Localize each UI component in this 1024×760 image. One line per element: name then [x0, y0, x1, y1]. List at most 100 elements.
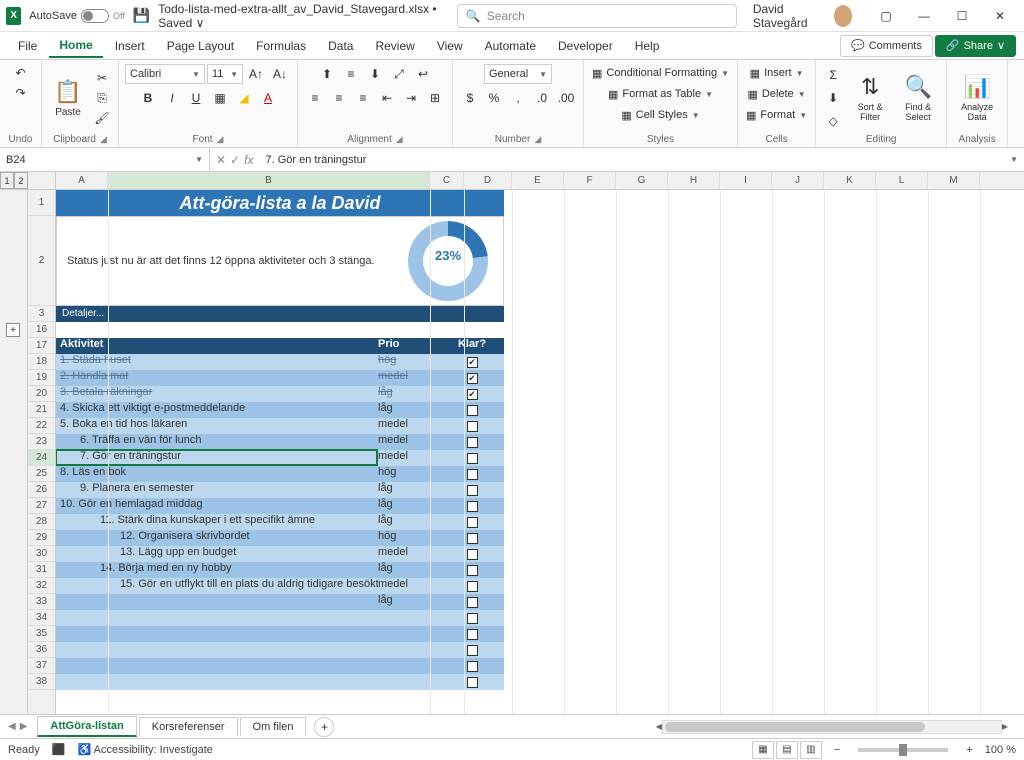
decrease-indent-button[interactable]: ⇤ [376, 88, 398, 108]
paste-button[interactable]: 📋 Paste [48, 68, 88, 128]
page-break-view-button[interactable]: ▥ [800, 741, 822, 759]
align-center-button[interactable]: ≡ [328, 88, 350, 108]
bold-button[interactable]: B [137, 88, 159, 108]
percent-button[interactable]: % [483, 88, 505, 108]
search-input[interactable]: 🔍 Search [457, 4, 737, 28]
zoom-slider[interactable] [858, 748, 948, 752]
row-header-30[interactable]: 30 [28, 546, 55, 562]
sheet-tab-3[interactable]: Om filen [240, 717, 307, 736]
row-header-1[interactable]: 1 [28, 190, 55, 216]
tab-help[interactable]: Help [625, 35, 670, 57]
table-row[interactable]: låg [56, 594, 504, 610]
table-row[interactable]: 4. Skicka ett viktigt e-postmeddelandelå… [56, 402, 504, 418]
checkbox-done[interactable] [467, 565, 478, 576]
sort-filter-button[interactable]: ⇅Sort & Filter [848, 68, 892, 128]
column-header-I[interactable]: I [720, 172, 772, 189]
zoom-out-button[interactable]: − [834, 744, 840, 756]
details-bar[interactable]: Detaljer... [56, 306, 504, 322]
cell-activity[interactable]: 1. Städa huset [56, 354, 378, 370]
row-header-36[interactable]: 36 [28, 642, 55, 658]
align-bottom-button[interactable]: ⬇ [364, 64, 386, 84]
macro-record-icon[interactable]: ⬛ [52, 743, 66, 756]
table-row[interactable] [56, 642, 504, 658]
checkbox-done[interactable] [467, 453, 478, 464]
checkbox-done[interactable] [467, 469, 478, 480]
user-account[interactable]: David Stavegård [753, 2, 852, 30]
outline-level-2[interactable]: 2 [14, 172, 28, 189]
share-button[interactable]: 🔗 Share ∨ [935, 35, 1016, 57]
row-header-18[interactable]: 18 [28, 354, 55, 370]
increase-decimal-button[interactable]: .0 [531, 88, 553, 108]
checkbox-done[interactable]: ✔ [467, 389, 478, 400]
clear-button[interactable]: ◇ [822, 111, 844, 131]
decrease-decimal-button[interactable]: .00 [555, 88, 577, 108]
alignment-launcher[interactable]: ◢ [396, 134, 403, 145]
sheet-nav-next[interactable]: ▶ [20, 721, 28, 732]
orientation-button[interactable]: ⤢ [388, 64, 410, 84]
expand-formula-icon[interactable]: ▼ [1010, 155, 1024, 164]
tab-developer[interactable]: Developer [548, 35, 623, 57]
font-launcher[interactable]: ◢ [217, 134, 224, 145]
cell-activity[interactable]: 13. Lägg upp en budget [56, 546, 378, 562]
maximize-button[interactable]: ☐ [944, 2, 980, 30]
table-row[interactable] [56, 658, 504, 674]
row-header-33[interactable]: 33 [28, 594, 55, 610]
row-header-32[interactable]: 32 [28, 578, 55, 594]
cell-activity[interactable]: 8. Läs en bok [56, 466, 378, 482]
table-row[interactable] [56, 674, 504, 690]
tab-file[interactable]: File [8, 35, 47, 57]
find-select-button[interactable]: 🔍Find & Select [896, 68, 940, 128]
column-header-L[interactable]: L [876, 172, 928, 189]
cell-activity[interactable]: 12. Organisera skrivbordet [56, 530, 378, 546]
checkbox-done[interactable] [467, 437, 478, 448]
analyze-data-button[interactable]: 📊Analyze Data [953, 68, 1001, 128]
cell-activity[interactable] [56, 642, 378, 658]
row-header-31[interactable]: 31 [28, 562, 55, 578]
cell-activity[interactable]: 5. Boka en tid hos läkaren [56, 418, 378, 434]
outline-expand-button[interactable]: + [6, 323, 20, 337]
row-header-16[interactable]: 16 [28, 322, 55, 338]
formula-input[interactable]: 7. Gör en träningstur [259, 154, 1010, 166]
column-header-E[interactable]: E [512, 172, 564, 189]
row-header-35[interactable]: 35 [28, 626, 55, 642]
row-header-23[interactable]: 23 [28, 434, 55, 450]
hscroll-right[interactable]: ▶ [1002, 722, 1008, 731]
italic-button[interactable]: I [161, 88, 183, 108]
column-header-G[interactable]: G [616, 172, 668, 189]
column-header-C[interactable]: C [430, 172, 464, 189]
tab-automate[interactable]: Automate [475, 35, 546, 57]
comma-button[interactable]: , [507, 88, 529, 108]
insert-cells-button[interactable]: ▦ Insert ▼ [748, 64, 806, 82]
minimize-button[interactable]: — [906, 2, 942, 30]
table-row[interactable]: 9. Planera en semesterlåg [56, 482, 504, 498]
page-layout-view-button[interactable]: ▤ [776, 741, 798, 759]
fx-icon[interactable]: fx [244, 153, 253, 167]
filename[interactable]: Todo-lista-med-extra-allt_av_David_Stave… [158, 2, 437, 30]
checkbox-done[interactable] [467, 613, 478, 624]
checkbox-done[interactable] [467, 581, 478, 592]
sheet-tab-2[interactable]: Korsreferenser [139, 717, 238, 736]
column-header-M[interactable]: M [928, 172, 980, 189]
conditional-formatting-button[interactable]: ▦ Conditional Formatting ▼ [590, 64, 731, 82]
format-table-button[interactable]: ▦ Format as Table ▼ [606, 85, 715, 103]
checkbox-done[interactable] [467, 517, 478, 528]
row-header-25[interactable]: 25 [28, 466, 55, 482]
format-cells-button[interactable]: ▦ Format ▼ [744, 106, 809, 124]
table-row[interactable]: 7. Gör en träningsturmedel [56, 450, 504, 466]
font-color-button[interactable]: A [257, 88, 279, 108]
checkbox-done[interactable]: ✔ [467, 373, 478, 384]
checkbox-done[interactable] [467, 501, 478, 512]
cell-activity[interactable] [56, 626, 378, 642]
sheet-tab-1[interactable]: AttGöra-listan [37, 716, 136, 737]
increase-indent-button[interactable]: ⇥ [400, 88, 422, 108]
column-header-B[interactable]: B [108, 172, 430, 189]
zoom-in-button[interactable]: + [966, 744, 972, 756]
row-header-21[interactable]: 21 [28, 402, 55, 418]
copy-button[interactable]: ⎘ [92, 89, 112, 107]
row-header-29[interactable]: 29 [28, 530, 55, 546]
table-row[interactable]: 11. Stärk dina kunskaper i ett specifikt… [56, 514, 504, 530]
cell-activity[interactable]: 6. Träffa en vän för lunch [56, 434, 378, 450]
column-header-H[interactable]: H [668, 172, 720, 189]
row-header-22[interactable]: 22 [28, 418, 55, 434]
cell-activity[interactable]: 7. Gör en träningstur [56, 450, 378, 466]
